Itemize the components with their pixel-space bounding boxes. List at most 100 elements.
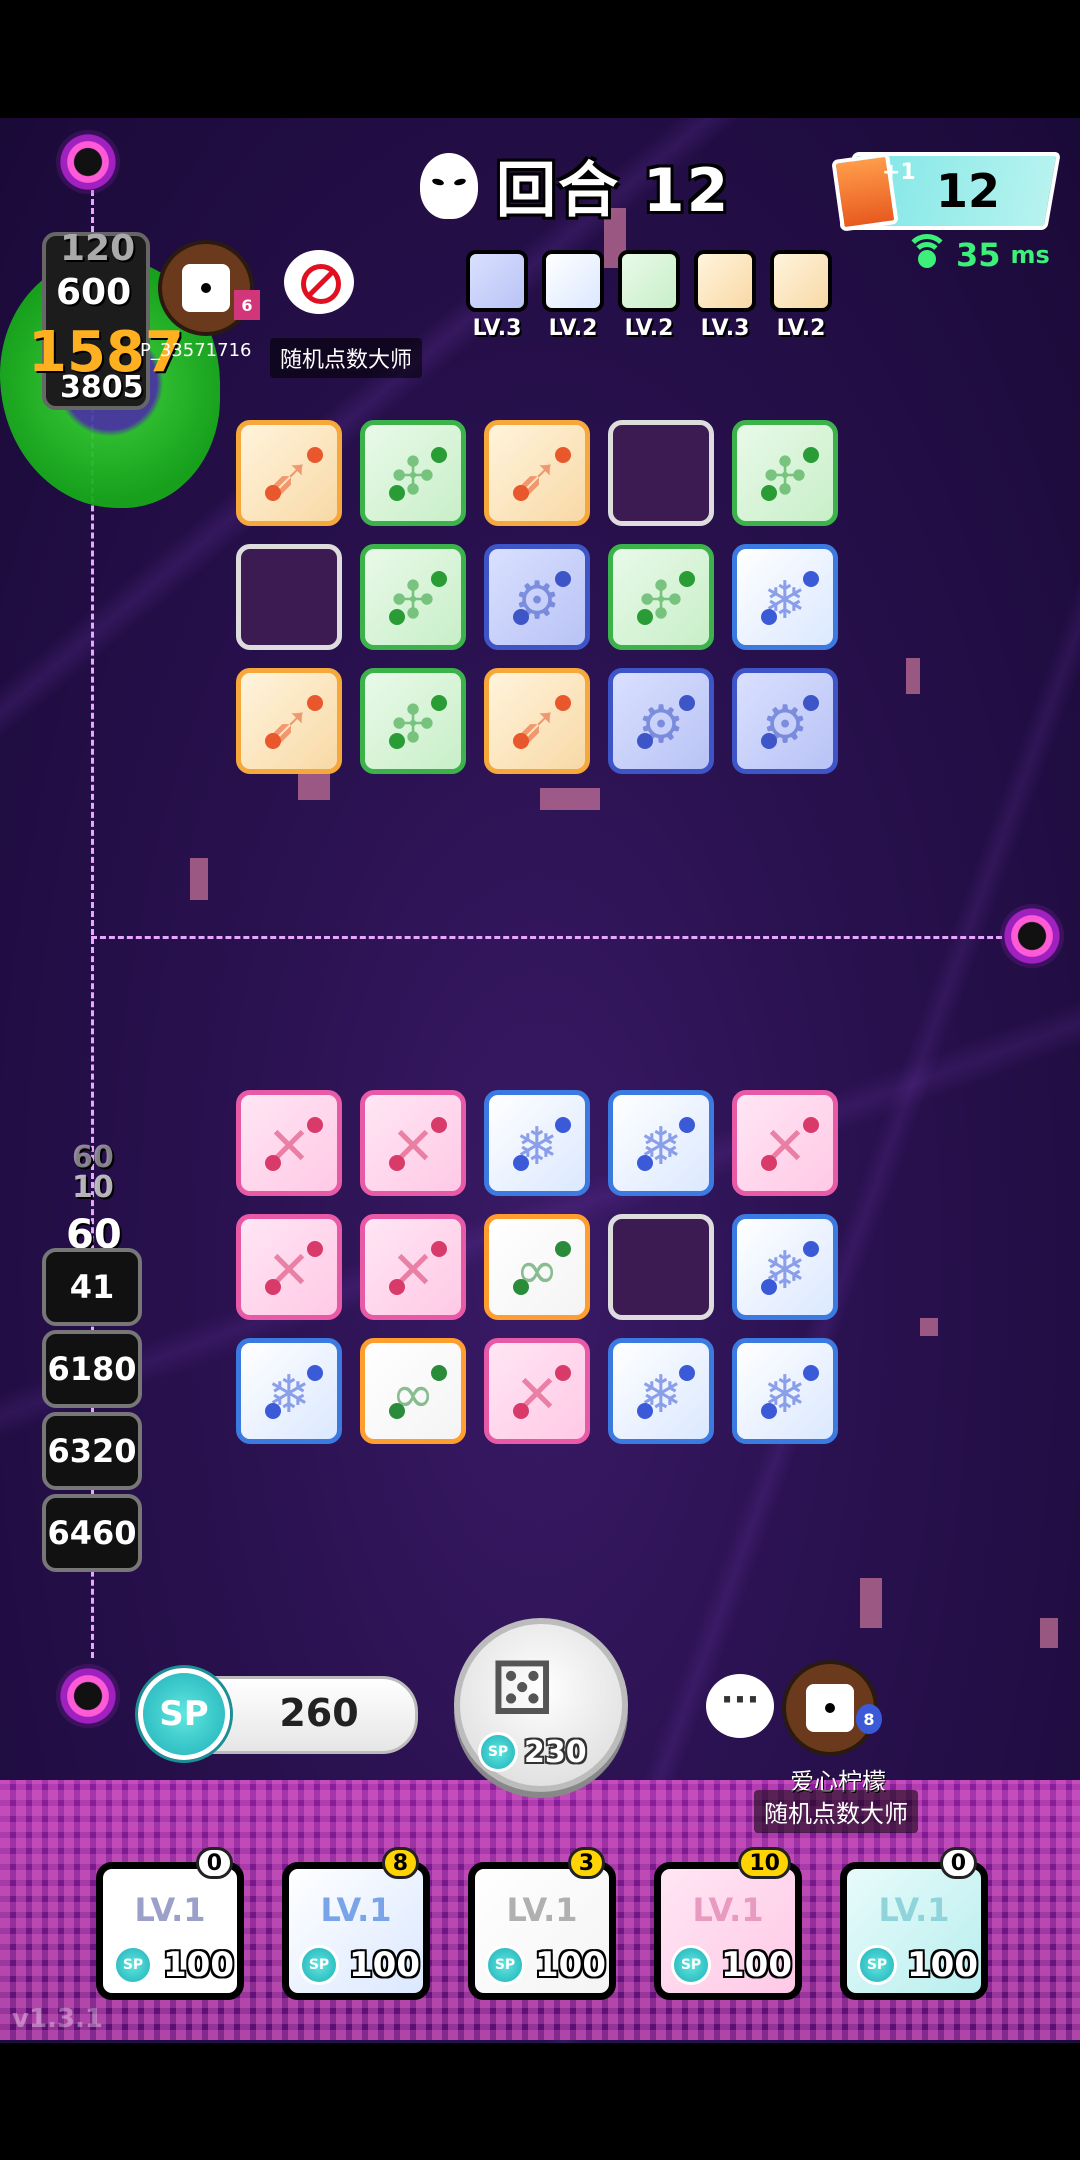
- opponent-dice-arrow[interactable]: ➶: [484, 420, 590, 526]
- portal-icon: [1000, 904, 1064, 968]
- player-dice-pink[interactable]: ✕: [236, 1214, 342, 1320]
- hand-card-pink[interactable]: LV.1 SP 100 10: [654, 1847, 802, 2000]
- pip: [637, 733, 653, 749]
- pip: [513, 1279, 529, 1295]
- no-entry-icon[interactable]: [284, 250, 354, 314]
- hand-card-inf[interactable]: LV.1 SP 100 3: [468, 1847, 616, 2000]
- opponent-dice-ice[interactable]: ❄: [732, 544, 838, 650]
- player-hp-slot: 6460: [42, 1494, 142, 1572]
- sp-coin-icon: SP: [857, 1945, 897, 1985]
- player-dice-pink[interactable]: ✕: [236, 1090, 342, 1196]
- player-board: ✕ ✕ ❄ ❄ ✕ ✕ ✕ ∞ ❄ ❄ ∞ ✕ ❄ ❄: [236, 1090, 842, 1448]
- emote-button[interactable]: ···: [706, 1674, 774, 1738]
- decor-tetromino: [190, 858, 208, 900]
- player-dice-ice[interactable]: ❄: [484, 1090, 590, 1196]
- roll-dice-button[interactable]: ⚄ SP 230: [454, 1618, 628, 1792]
- opponent-dice-arrow[interactable]: ➶: [484, 668, 590, 774]
- pip: [761, 485, 777, 501]
- opponent-hp-value: 120: [60, 228, 136, 269]
- player-dice-pink[interactable]: ✕: [360, 1090, 466, 1196]
- pip: [803, 571, 819, 587]
- opponent-dice-gear[interactable]: ⚙: [608, 668, 714, 774]
- floating-number: 10: [72, 1170, 114, 1205]
- card-count-badge: 10: [738, 1847, 791, 1879]
- player-dice-inf[interactable]: ∞: [484, 1214, 590, 1320]
- opponent-dice-wind[interactable]: ✣: [608, 544, 714, 650]
- card-level: LV.1: [506, 1891, 578, 1929]
- sp-value: 260: [279, 1691, 359, 1735]
- opponent-dice-gear[interactable]: ⚙: [484, 544, 590, 650]
- opponent-avatar[interactable]: [158, 240, 254, 336]
- opponent-deck-item[interactable]: LV.2: [618, 250, 680, 341]
- ping-unit: ms: [1010, 241, 1050, 269]
- opponent-deck-item[interactable]: LV.3: [694, 250, 756, 341]
- opponent-dice-arrow[interactable]: ➶: [236, 668, 342, 774]
- player-dice-ice[interactable]: ❄: [732, 1338, 838, 1444]
- opponent-empty-slot[interactable]: [608, 420, 714, 526]
- player-dice-ice[interactable]: ❄: [608, 1090, 714, 1196]
- card-level: LV.1: [134, 1891, 206, 1929]
- player-empty-slot[interactable]: [608, 1214, 714, 1320]
- pip: [513, 733, 529, 749]
- player-dice-ice[interactable]: ❄: [732, 1214, 838, 1320]
- player-hp-slot: 41: [42, 1248, 142, 1326]
- opponent-deck-item[interactable]: LV.2: [542, 250, 604, 341]
- opponent-dice-arrow[interactable]: ➶: [236, 420, 342, 526]
- pip: [389, 1403, 405, 1419]
- pip: [431, 695, 447, 711]
- player-rank-badge: 8: [856, 1704, 882, 1734]
- arrow-icon: [694, 250, 756, 312]
- pip: [431, 1117, 447, 1133]
- pip: [679, 1117, 695, 1133]
- opponent-deck-item[interactable]: LV.3: [466, 250, 528, 341]
- player-hp-slot: 6320: [42, 1412, 142, 1490]
- round-label: 回合 12: [496, 156, 731, 226]
- player-dice-inf[interactable]: ∞: [360, 1338, 466, 1444]
- card-count-badge: 3: [567, 1847, 605, 1879]
- pip: [761, 609, 777, 625]
- decor-tetromino: [1040, 1618, 1058, 1648]
- hand-card-teal[interactable]: LV.1 SP 100 0: [840, 1847, 988, 2000]
- pip: [307, 1117, 323, 1133]
- gear-icon: [466, 250, 528, 312]
- opponent-hp-value: 600: [56, 272, 132, 313]
- player-hp-slot: 6180: [42, 1330, 142, 1408]
- hand-card-ice[interactable]: LV.1 SP 100 8: [282, 1847, 430, 2000]
- opponent-dice-wind[interactable]: ✣: [360, 668, 466, 774]
- sp-coin-icon: SP: [478, 1732, 518, 1772]
- card-level: LV.1: [692, 1891, 764, 1929]
- player-dice-ice[interactable]: ❄: [236, 1338, 342, 1444]
- hand-card-rainbow[interactable]: LV.1 SP 100 0: [96, 1847, 244, 2000]
- coin-count: 12: [935, 164, 1000, 218]
- opponent-dice-wind[interactable]: ✣: [360, 420, 466, 526]
- player-title: 随机点数大师: [754, 1790, 918, 1833]
- pip: [761, 1403, 777, 1419]
- dice-icon: [182, 264, 230, 312]
- wifi-icon: [905, 234, 949, 270]
- pip: [431, 1365, 447, 1381]
- pip: [431, 1241, 447, 1257]
- player-dice-pink[interactable]: ✕: [732, 1090, 838, 1196]
- pip: [513, 485, 529, 501]
- player-dice-pink[interactable]: ✕: [484, 1338, 590, 1444]
- pip: [389, 485, 405, 501]
- player-dice-pink[interactable]: ✕: [360, 1214, 466, 1320]
- ping-value: 35: [956, 236, 1001, 274]
- player-dice-ice[interactable]: ❄: [608, 1338, 714, 1444]
- opponent-dice-gear[interactable]: ⚙: [732, 668, 838, 774]
- opponent-dice-wind[interactable]: ✣: [360, 544, 466, 650]
- roll-cost-value: 230: [524, 1734, 587, 1770]
- pip: [555, 1365, 571, 1381]
- dice-icon: ⚄: [490, 1646, 555, 1732]
- pip: [265, 733, 281, 749]
- pip: [513, 1403, 529, 1419]
- pip: [637, 609, 653, 625]
- opponent-dice-wind[interactable]: ✣: [732, 420, 838, 526]
- opponent-empty-slot[interactable]: [236, 544, 342, 650]
- card-count-badge: 0: [939, 1847, 977, 1879]
- mask-icon: [420, 152, 478, 219]
- decor-tetromino: [540, 788, 600, 810]
- pip: [265, 1279, 281, 1295]
- opponent-deck-item[interactable]: LV.2: [770, 250, 832, 341]
- pip: [803, 1241, 819, 1257]
